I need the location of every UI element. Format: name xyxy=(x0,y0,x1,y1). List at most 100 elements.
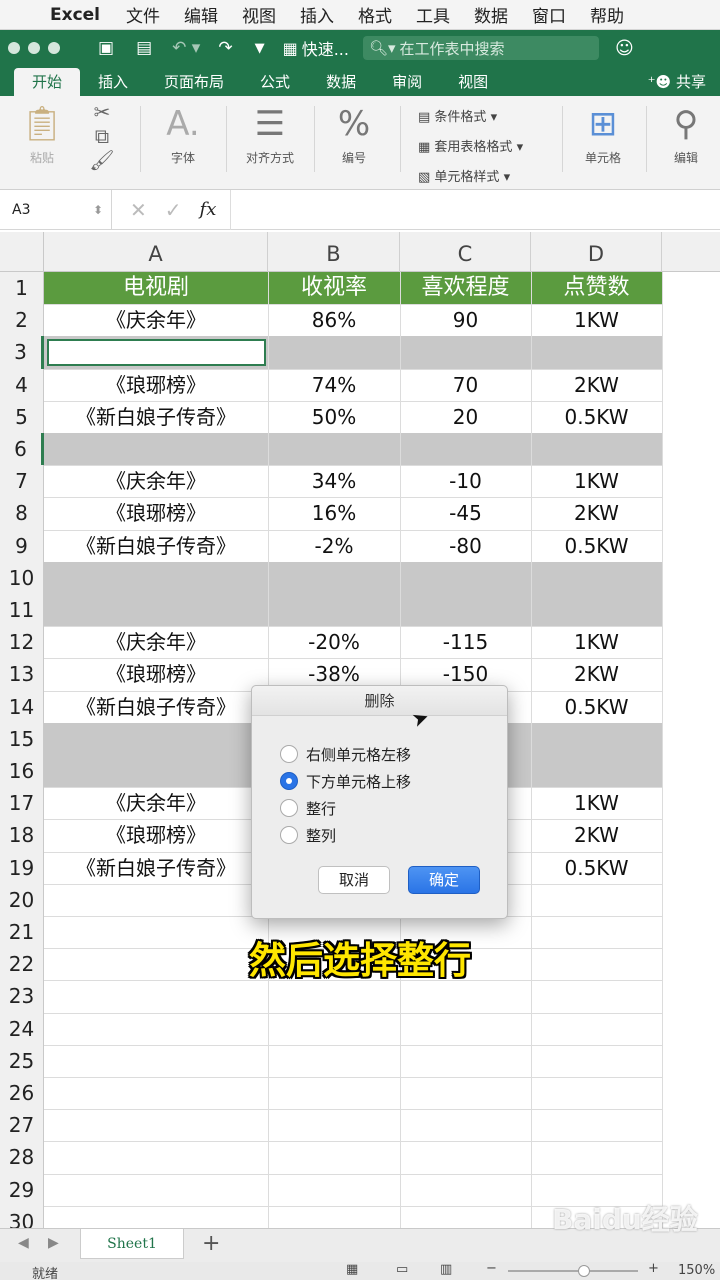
share-button[interactable]: ⁺☻ 共享 xyxy=(648,68,720,96)
column-header-a[interactable]: A xyxy=(44,232,268,272)
formula-input[interactable] xyxy=(230,189,720,230)
zoom-slider-thumb[interactable] xyxy=(578,1265,590,1277)
tab-insert[interactable]: 插入 xyxy=(80,68,146,96)
table-cell[interactable]: 《庆余年》 xyxy=(44,626,268,658)
radio-shift-up[interactable] xyxy=(280,772,298,790)
table-cell[interactable]: 0.5KW xyxy=(531,401,662,433)
table-cell[interactable]: -115 xyxy=(400,626,531,658)
tab-data[interactable]: 数据 xyxy=(308,68,374,96)
table-cell[interactable]: 20 xyxy=(400,401,531,433)
minimize-window-button[interactable] xyxy=(28,42,40,54)
table-cell[interactable] xyxy=(44,980,268,1012)
row-header[interactable]: 7 xyxy=(0,465,44,498)
table-cell[interactable]: 2KW xyxy=(531,819,662,851)
row-header[interactable]: 20 xyxy=(0,883,44,916)
menu-data[interactable]: 数据 xyxy=(462,2,520,27)
prev-sheet-icon[interactable]: ◀ xyxy=(18,1235,29,1251)
tab-review[interactable]: 审阅 xyxy=(374,68,440,96)
ok-button[interactable]: 确定 xyxy=(408,866,480,894)
table-cell[interactable]: 《庆余年》 xyxy=(44,465,268,497)
table-cell[interactable]: 50% xyxy=(268,401,400,433)
table-cell[interactable] xyxy=(400,1206,531,1230)
cells-group[interactable]: ⊞ 单元格 xyxy=(570,96,636,186)
table-cell[interactable]: 90 xyxy=(400,304,531,336)
menu-format[interactable]: 格式 xyxy=(346,2,404,27)
radio-shift-left[interactable] xyxy=(280,745,298,763)
row-header[interactable]: 11 xyxy=(0,594,44,627)
table-cell[interactable] xyxy=(531,723,662,755)
cell-styles-button[interactable]: ▧ 单元格样式 ▾ xyxy=(418,166,510,185)
table-cell[interactable] xyxy=(44,1013,268,1045)
page-layout-view-icon[interactable]: ▭ xyxy=(396,1262,408,1277)
table-cell[interactable] xyxy=(44,884,268,916)
row-header[interactable]: 15 xyxy=(0,722,44,755)
table-cell[interactable]: 《庆余年》 xyxy=(44,304,268,336)
table-cell[interactable] xyxy=(531,594,662,626)
table-cell[interactable] xyxy=(531,433,662,465)
header-cell[interactable]: 点赞数 xyxy=(531,272,662,304)
table-cell[interactable] xyxy=(400,336,531,368)
select-all-corner[interactable] xyxy=(0,232,44,272)
add-sheet-button[interactable]: + xyxy=(202,1231,220,1256)
sheet-search-box[interactable]: 🔍︎▾ 在工作表中搜索 xyxy=(362,36,599,60)
tab-home[interactable]: 开始 xyxy=(14,68,81,96)
row-header[interactable]: 24 xyxy=(0,1012,44,1045)
table-cell[interactable] xyxy=(400,980,531,1012)
row-header[interactable]: 8 xyxy=(0,497,44,530)
table-cell[interactable] xyxy=(400,1045,531,1077)
table-cell[interactable]: 2KW xyxy=(531,497,662,529)
normal-view-icon[interactable]: ▦ xyxy=(346,1262,358,1277)
table-cell[interactable]: 《琅琊榜》 xyxy=(44,497,268,529)
table-cell[interactable] xyxy=(268,562,400,594)
column-header-d[interactable]: D xyxy=(531,232,662,272)
row-header[interactable]: 5 xyxy=(0,400,44,433)
menu-help[interactable]: 帮助 xyxy=(578,2,636,27)
table-cell[interactable]: 34% xyxy=(268,465,400,497)
cut-icon[interactable]: ✂ xyxy=(82,100,122,124)
option-entire-row[interactable]: 整行 xyxy=(280,796,336,820)
undo-icon[interactable]: ↶ ▾ xyxy=(172,38,200,58)
menu-tools[interactable]: 工具 xyxy=(404,2,462,27)
row-header[interactable]: 17 xyxy=(0,787,44,820)
row-header[interactable]: 4 xyxy=(0,368,44,401)
option-entire-column[interactable]: 整列 xyxy=(280,823,336,847)
header-cell[interactable]: 收视率 xyxy=(268,272,400,304)
zoom-in-icon[interactable]: + xyxy=(648,1261,659,1276)
table-cell[interactable] xyxy=(400,1013,531,1045)
cancel-entry-icon[interactable]: ✕ xyxy=(130,198,147,222)
table-cell[interactable] xyxy=(44,1109,268,1141)
table-cell[interactable]: 《庆余年》 xyxy=(44,787,268,819)
sidebar-icon[interactable]: ▣ xyxy=(98,38,114,58)
radio-entire-row[interactable] xyxy=(280,799,298,817)
table-cell[interactable] xyxy=(268,1174,400,1206)
table-cell[interactable] xyxy=(268,1045,400,1077)
menu-insert[interactable]: 插入 xyxy=(288,2,346,27)
fx-icon[interactable]: fx xyxy=(200,199,217,220)
font-group[interactable]: A. 字体 xyxy=(150,96,216,186)
edit-group[interactable]: ⚲ 编辑 xyxy=(656,96,716,186)
table-cell[interactable]: 《新白娘子传奇》 xyxy=(44,401,268,433)
table-cell[interactable] xyxy=(44,723,268,755)
menu-edit[interactable]: 编辑 xyxy=(172,2,230,27)
table-cell[interactable] xyxy=(531,1045,662,1077)
row-header[interactable]: 9 xyxy=(0,529,44,562)
table-cell[interactable]: 86% xyxy=(268,304,400,336)
table-cell[interactable] xyxy=(44,755,268,787)
menu-window[interactable]: 窗口 xyxy=(520,2,578,27)
number-group[interactable]: % 编号 xyxy=(322,96,386,186)
table-cell[interactable] xyxy=(531,336,662,368)
row-header[interactable]: 30 xyxy=(0,1205,44,1230)
tab-page-layout[interactable]: 页面布局 xyxy=(146,68,242,96)
page-break-view-icon[interactable]: ▥ xyxy=(440,1262,452,1277)
column-header-c[interactable]: C xyxy=(400,232,531,272)
table-cell[interactable]: 0.5KW xyxy=(531,691,662,723)
stepper-icon[interactable]: ⬍ xyxy=(93,190,103,230)
table-cell[interactable] xyxy=(44,1174,268,1206)
row-header[interactable]: 2 xyxy=(0,304,44,337)
header-cell[interactable]: 电视剧 xyxy=(44,272,268,304)
table-cell[interactable] xyxy=(268,980,400,1012)
row-header[interactable]: 14 xyxy=(0,690,44,723)
name-box[interactable]: A3 ⬍ xyxy=(0,189,112,230)
paste-group[interactable]: 📋︎ 粘贴 xyxy=(14,96,70,186)
table-cell[interactable] xyxy=(44,1206,268,1230)
